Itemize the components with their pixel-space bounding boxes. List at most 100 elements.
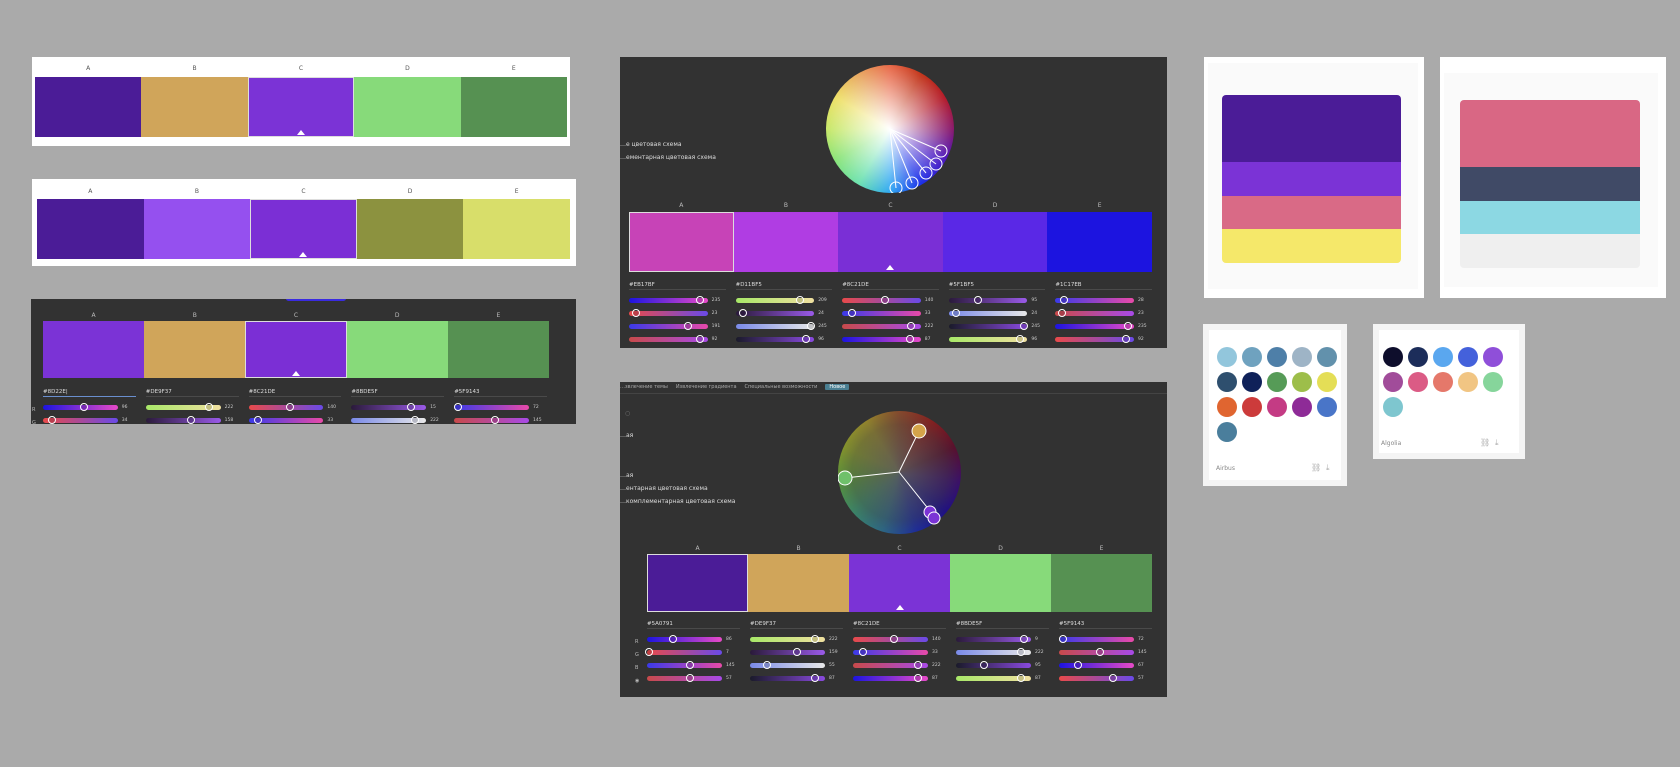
- slider-track[interactable]: [956, 673, 1031, 682]
- wheel-handles[interactable]: [826, 65, 954, 193]
- slider-handle[interactable]: [914, 673, 923, 682]
- slider-handle[interactable]: [1109, 673, 1117, 682]
- hex-input[interactable]: #D11BF5: [735, 281, 833, 290]
- slider-handle[interactable]: [973, 295, 982, 304]
- color-swatch[interactable]: [250, 199, 357, 259]
- slider-handle[interactable]: [285, 402, 294, 411]
- color-dot[interactable]: [1292, 397, 1312, 417]
- slider-handle[interactable]: [905, 334, 914, 343]
- slider-track[interactable]: [735, 308, 815, 317]
- slider-handle[interactable]: [1058, 308, 1067, 317]
- slider-handle[interactable]: [906, 321, 915, 330]
- hex-input[interactable]: #EB17BF: [629, 281, 726, 290]
- color-dot[interactable]: [1242, 372, 1262, 392]
- color-dot[interactable]: [1292, 347, 1312, 367]
- hex-input[interactable]: #8D22E|: [43, 388, 136, 397]
- color-dot[interactable]: [1267, 347, 1287, 367]
- hex-input[interactable]: #DE9F37: [750, 620, 843, 629]
- slider-handle[interactable]: [1015, 334, 1024, 343]
- slider-handle[interactable]: [792, 647, 801, 656]
- hex-input[interactable]: #8C21DE: [248, 388, 342, 397]
- slider-handle[interactable]: [811, 634, 820, 643]
- tab-new[interactable]: Новое: [825, 383, 850, 390]
- slider-handle[interactable]: [762, 660, 771, 669]
- slider-track[interactable]: [956, 634, 1031, 643]
- color-swatch[interactable]: [647, 554, 748, 612]
- slider-handle[interactable]: [632, 308, 641, 317]
- color-swatch[interactable]: [144, 321, 246, 378]
- slider-handle[interactable]: [410, 415, 419, 424]
- color-dot[interactable]: [1267, 372, 1287, 392]
- color-dot[interactable]: [1317, 372, 1337, 392]
- slider-track[interactable]: [248, 402, 324, 411]
- color-swatch[interactable]: [37, 199, 144, 259]
- slider-track[interactable]: [645, 647, 722, 656]
- slider-track[interactable]: [629, 295, 708, 304]
- color-dot[interactable]: [1383, 372, 1403, 392]
- hex-input[interactable]: #1C17EB: [1055, 281, 1152, 290]
- color-swatch[interactable]: [1051, 554, 1152, 612]
- palette-card-1[interactable]: [1204, 57, 1424, 298]
- tab-theme[interactable]: …звлечение темы: [620, 384, 668, 390]
- color-dot[interactable]: [1242, 347, 1262, 367]
- slider-track[interactable]: [842, 308, 921, 317]
- color-dot[interactable]: [1483, 347, 1503, 367]
- slider-track[interactable]: [735, 321, 816, 330]
- slider-track[interactable]: [1059, 647, 1134, 656]
- menu-item[interactable]: …е цветовая схема: [620, 141, 682, 148]
- slider-handle[interactable]: [1058, 634, 1067, 643]
- slider-track[interactable]: [948, 321, 1029, 330]
- slider-track[interactable]: [948, 295, 1028, 304]
- slider-track[interactable]: [351, 402, 427, 411]
- slider-track[interactable]: [1055, 321, 1134, 330]
- color-dot[interactable]: [1458, 347, 1478, 367]
- slider-track[interactable]: [948, 334, 1028, 343]
- color-swatch[interactable]: [460, 77, 568, 137]
- tab-gradient[interactable]: Извлечение градиента: [676, 384, 737, 390]
- color-swatch[interactable]: [1047, 212, 1152, 272]
- color-swatch[interactable]: [43, 321, 145, 378]
- palette-card-airbus[interactable]: Airbus ⛓ ⤓: [1203, 324, 1347, 486]
- slider-track[interactable]: [842, 321, 921, 330]
- palette-bar[interactable]: [1222, 95, 1401, 162]
- slider-track[interactable]: [453, 402, 529, 411]
- slider-handle[interactable]: [1060, 295, 1069, 304]
- slider-track[interactable]: [629, 308, 708, 317]
- slider-track[interactable]: [853, 647, 928, 656]
- slider-track[interactable]: [629, 321, 708, 330]
- slider-track[interactable]: [735, 334, 815, 343]
- slider-track[interactable]: [1055, 334, 1134, 343]
- hex-input[interactable]: #5F9143: [1059, 620, 1152, 629]
- slider-handle[interactable]: [80, 402, 89, 411]
- slider-track[interactable]: [750, 647, 825, 656]
- palette-bar[interactable]: [1460, 167, 1640, 201]
- color-dot[interactable]: [1217, 397, 1237, 417]
- color-dot[interactable]: [1483, 372, 1503, 392]
- slider-track[interactable]: [750, 634, 825, 643]
- slider-handle[interactable]: [881, 295, 890, 304]
- menu-item[interactable]: …ентарная цветовая схема: [620, 485, 708, 492]
- slider-handle[interactable]: [695, 334, 704, 343]
- slider-track[interactable]: [351, 415, 427, 424]
- slider-handle[interactable]: [407, 402, 416, 411]
- palette-bar[interactable]: [1460, 200, 1640, 234]
- palette-bar[interactable]: [1222, 162, 1401, 196]
- slider-track[interactable]: [647, 673, 722, 682]
- slider-track[interactable]: [956, 660, 1031, 669]
- palette-card-algolia[interactable]: Algolia ⛓ ⤓: [1373, 324, 1525, 459]
- color-swatch[interactable]: [245, 321, 347, 378]
- slider-track[interactable]: [948, 308, 1028, 317]
- slider-track[interactable]: [956, 647, 1031, 656]
- hex-input[interactable]: #DE9F37: [145, 388, 239, 397]
- color-swatch[interactable]: [356, 199, 464, 259]
- slider-handle[interactable]: [683, 321, 692, 330]
- slider-track[interactable]: [750, 673, 825, 682]
- color-swatch[interactable]: [629, 212, 734, 272]
- download-icon[interactable]: ⤓: [1495, 438, 1499, 448]
- slider-track[interactable]: [454, 415, 529, 424]
- slider-handle[interactable]: [645, 647, 654, 656]
- slider-handle[interactable]: [1073, 660, 1082, 669]
- hex-input[interactable]: #5F1BF5: [948, 281, 1046, 290]
- color-dot[interactable]: [1408, 347, 1428, 367]
- slider-track[interactable]: [853, 634, 928, 643]
